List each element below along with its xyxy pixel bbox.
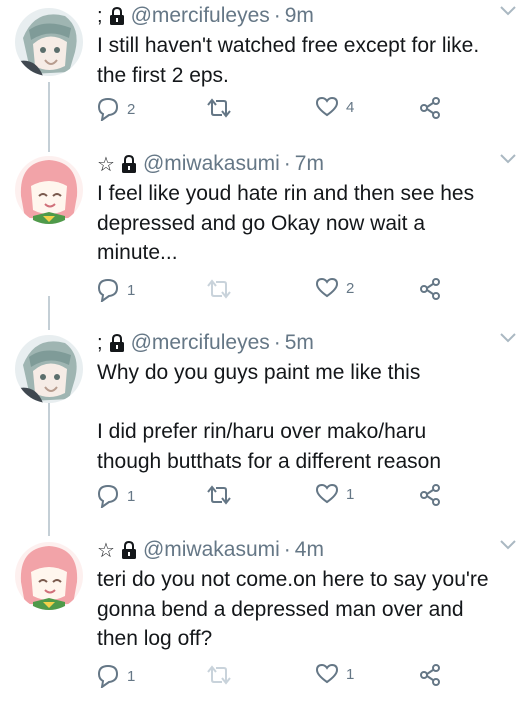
reply-icon [97, 278, 119, 302]
tweet-text: Why do you guys paint me like this I did… [97, 361, 442, 473]
reply-count: 1 [127, 667, 136, 685]
retweet-button[interactable] [205, 97, 241, 119]
reply-count: 2 [127, 100, 136, 118]
separator-dot: · [273, 331, 281, 354]
tweet-actions: 2 4 [97, 97, 517, 123]
tweet-text: I still haven't watched free except for … [97, 34, 480, 87]
avatar-miwakasumi[interactable] [15, 542, 83, 610]
share-button[interactable] [419, 278, 441, 300]
like-icon [316, 484, 338, 504]
lock-icon [121, 541, 136, 559]
like-button[interactable]: 1 [316, 664, 354, 684]
avatar-mercifuleyes[interactable] [15, 335, 83, 403]
handle[interactable]: @miwakasumi [143, 538, 280, 562]
tweet-header: ☆ @miwakasumi · 4m [97, 535, 516, 565]
retweet-icon [207, 665, 231, 685]
chevron-down-icon[interactable] [500, 540, 516, 550]
timestamp[interactable]: 4m [295, 538, 324, 562]
retweet-button[interactable] [205, 664, 241, 686]
like-icon [316, 664, 338, 684]
share-button[interactable] [419, 664, 441, 686]
share-button[interactable] [419, 97, 441, 119]
reply-count: 1 [127, 281, 136, 299]
share-icon [420, 278, 440, 300]
like-icon [316, 97, 338, 117]
like-count: 1 [346, 485, 355, 503]
tweet-text: I feel like youd hate rin and then see h… [97, 182, 475, 264]
chevron-down-icon[interactable] [500, 333, 516, 343]
tweet-actions: 1 2 [97, 278, 517, 304]
reply-icon [97, 484, 119, 508]
like-button[interactable]: 1 [316, 484, 354, 504]
like-count: 2 [346, 279, 355, 297]
reply-button[interactable]: 2 [97, 97, 135, 121]
avatar-mercifuleyes[interactable] [15, 8, 83, 76]
retweet-icon [207, 279, 231, 299]
handle[interactable]: @mercifuleyes [131, 331, 270, 355]
tweet-actions: 1 1 [97, 484, 517, 510]
timestamp[interactable]: 9m [285, 4, 314, 28]
tweet-actions: 1 1 [97, 664, 517, 690]
tweet-header: ☆ @miwakasumi · 7m [97, 149, 516, 179]
reply-button[interactable]: 1 [97, 278, 135, 302]
tweet-header: ; @mercifuleyes · 5m [97, 328, 516, 358]
share-button[interactable] [419, 484, 441, 506]
name-prefix: ☆ [97, 153, 115, 176]
separator-dot: · [283, 538, 291, 561]
reply-button[interactable]: 1 [97, 664, 135, 688]
chevron-down-icon[interactable] [500, 154, 516, 164]
retweet-icon [207, 485, 231, 505]
timestamp[interactable]: 7m [295, 152, 324, 176]
retweet-button[interactable] [205, 278, 241, 300]
reply-icon [97, 97, 119, 121]
handle[interactable]: @miwakasumi [143, 152, 280, 176]
reply-icon [97, 664, 119, 688]
reply-count: 1 [127, 487, 136, 505]
like-button[interactable]: 2 [316, 278, 354, 298]
name-prefix: ; [97, 4, 103, 27]
avatar-miwakasumi[interactable] [15, 156, 83, 224]
lock-icon [121, 155, 136, 173]
lock-icon [109, 7, 124, 25]
tweet-text: teri do you not come.on here to say you'… [97, 568, 489, 650]
name-prefix: ; [97, 331, 103, 354]
timestamp[interactable]: 5m [285, 331, 314, 355]
reply-button[interactable]: 1 [97, 484, 135, 508]
chevron-down-icon[interactable] [500, 6, 516, 16]
tweet-header: ; @mercifuleyes · 9m [97, 1, 516, 31]
separator-dot: · [283, 152, 291, 175]
like-button[interactable]: 4 [316, 97, 354, 117]
separator-dot: · [273, 4, 281, 27]
share-icon [420, 484, 440, 506]
lock-icon [109, 334, 124, 352]
retweet-button[interactable] [205, 484, 241, 506]
share-icon [420, 97, 440, 119]
share-icon [420, 664, 440, 686]
retweet-icon [207, 98, 231, 118]
like-count: 1 [346, 665, 355, 683]
name-prefix: ☆ [97, 539, 115, 562]
like-count: 4 [346, 98, 355, 116]
like-icon [316, 278, 338, 298]
handle[interactable]: @mercifuleyes [131, 4, 270, 28]
